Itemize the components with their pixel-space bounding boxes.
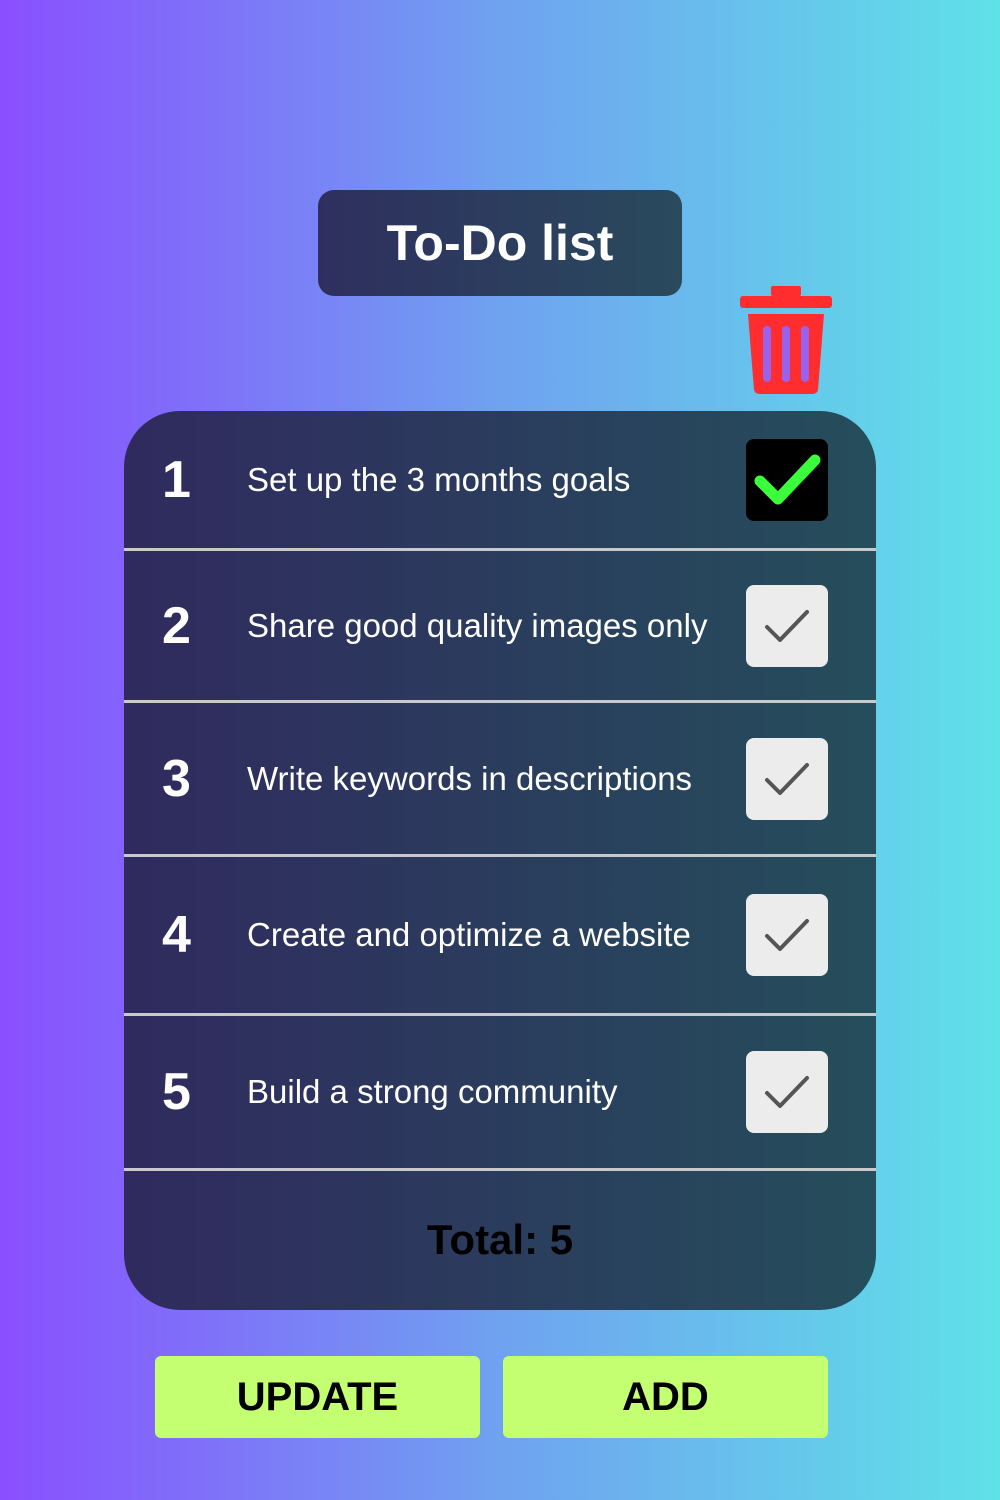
update-button-label: UPDATE: [236, 1374, 399, 1419]
task-checkbox-checked[interactable]: [746, 438, 828, 521]
task-text: Write keywords in descriptions: [247, 759, 693, 797]
task-text: Share good quality images only: [247, 606, 708, 644]
task-number: 2: [162, 596, 191, 655]
trash-icon[interactable]: [736, 284, 836, 396]
task-row: 5 Build a strong community: [124, 1016, 876, 1171]
checkmark-icon: [754, 454, 821, 504]
task-row: 1 Set up the 3 months goals: [124, 411, 876, 551]
checkmark-icon: [765, 762, 809, 795]
add-button[interactable]: ADD: [503, 1356, 828, 1438]
checkmark-icon: [765, 609, 809, 642]
task-text: Build a strong community: [247, 1073, 618, 1110]
page-title-text: To-Do list: [386, 215, 614, 271]
checkmark-icon: [765, 1076, 809, 1108]
task-checkbox[interactable]: [746, 894, 828, 976]
task-checkbox[interactable]: [746, 1051, 828, 1133]
task-number: 3: [162, 749, 191, 808]
total-count: Total: 5: [426, 1216, 574, 1263]
task-text: Create and optimize a website: [247, 916, 691, 953]
page-title: To-Do list: [318, 190, 682, 296]
task-number: 1: [162, 450, 191, 509]
update-button[interactable]: UPDATE: [155, 1356, 480, 1438]
task-checkbox[interactable]: [746, 584, 828, 667]
task-number: 5: [162, 1063, 191, 1121]
add-button-label: ADD: [622, 1374, 709, 1419]
todo-card: 1 Set up the 3 months goals 2 Share good…: [124, 411, 876, 1310]
task-row: 4 Create and optimize a website: [124, 857, 876, 1016]
task-text: Set up the 3 months goals: [247, 460, 631, 498]
task-checkbox[interactable]: [746, 737, 828, 820]
task-number: 4: [162, 906, 191, 964]
task-row: 3 Write keywords in descriptions: [124, 703, 876, 857]
task-row: 2 Share good quality images only: [124, 551, 876, 703]
checkmark-icon: [765, 919, 809, 951]
